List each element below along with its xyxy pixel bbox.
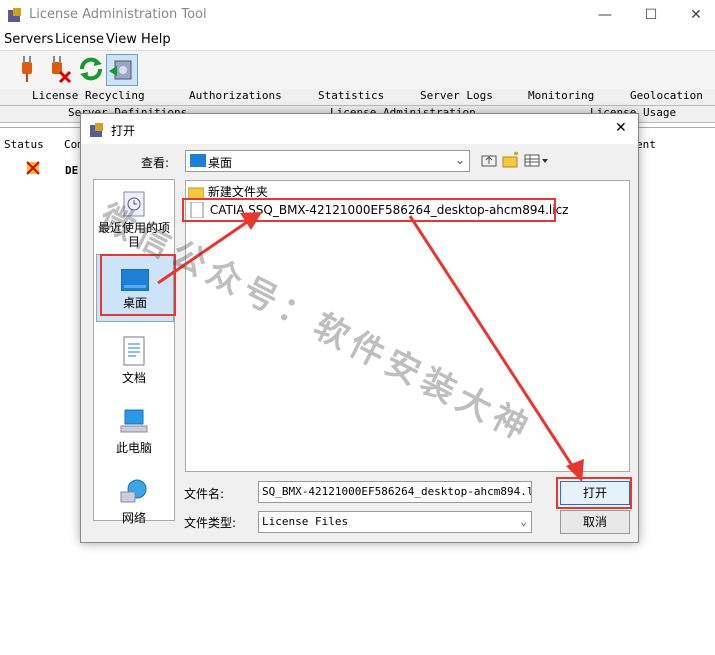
arrow-desktop-to-file-head xyxy=(240,212,262,230)
